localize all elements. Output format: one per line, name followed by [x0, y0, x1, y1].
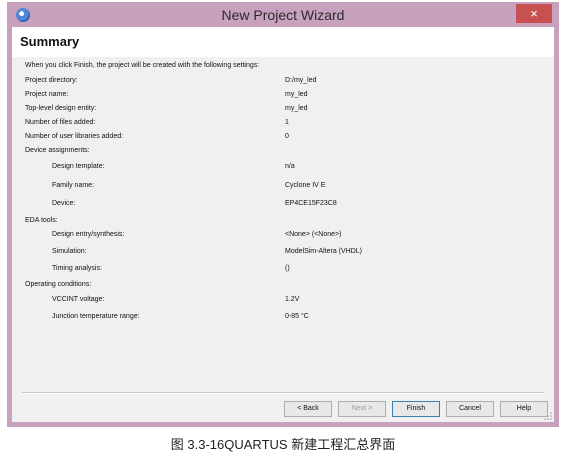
- back-button[interactable]: < Back: [284, 401, 332, 417]
- help-button[interactable]: Help: [500, 401, 548, 417]
- vccint-label: VCCINT voltage:: [52, 296, 105, 303]
- title-bar[interactable]: New Project Wizard ×: [8, 3, 558, 27]
- design-entry-label: Design entry/synthesis:: [52, 231, 125, 238]
- family-name-label: Family name:: [52, 182, 95, 189]
- summary-header: Summary: [12, 27, 554, 57]
- project-directory-value: D:/my_led: [285, 77, 317, 84]
- cancel-button[interactable]: Cancel: [446, 401, 494, 417]
- top-level-label: Top-level design entity:: [25, 105, 97, 112]
- eda-tools-label: EDA tools:: [25, 217, 58, 224]
- wizard-window: New Project Wizard × Summary When you cl…: [7, 2, 559, 427]
- device-label: Device:: [52, 200, 76, 207]
- project-directory-label: Project directory:: [25, 77, 78, 84]
- design-entry-value: <None> (<None>): [285, 231, 342, 238]
- top-level-value: my_led: [285, 105, 308, 112]
- summary-description: When you click Finish, the project will …: [25, 62, 260, 69]
- figure-caption: 图 3.3-16QUARTUS 新建工程汇总界面: [170, 437, 396, 452]
- timing-analysis-label: Timing analysis:: [52, 265, 102, 272]
- resize-grip-icon[interactable]: [544, 412, 552, 420]
- close-button[interactable]: ×: [516, 4, 552, 23]
- design-template-label: Design template:: [52, 163, 105, 170]
- design-template-value: n/a: [285, 163, 295, 170]
- libraries-added-label: Number of user libraries added:: [25, 133, 124, 140]
- files-added-label: Number of files added:: [25, 119, 96, 126]
- vccint-value: 1.2V: [285, 296, 300, 303]
- timing-analysis-value: (): [285, 265, 290, 272]
- next-button[interactable]: Next >: [338, 401, 386, 417]
- operating-conditions-label: Operating conditions:: [25, 281, 92, 288]
- project-name-value: my_led: [285, 91, 308, 98]
- device-assignments-label: Device assignments:: [25, 147, 90, 154]
- finish-button[interactable]: Finish: [392, 401, 440, 417]
- device-value: EP4CE15F23C8: [285, 200, 337, 207]
- window-title: New Project Wizard: [221, 7, 345, 23]
- project-name-label: Project name:: [25, 91, 69, 98]
- footer-divider: [22, 392, 544, 394]
- wizard-client-area: Summary When you click Finish, the proje…: [12, 27, 554, 422]
- family-name-value: Cyclone IV E: [285, 182, 326, 189]
- junction-temp-value: 0-85 °C: [285, 313, 309, 320]
- simulation-label: Simulation:: [52, 248, 87, 255]
- libraries-added-value: 0: [285, 133, 289, 140]
- junction-temp-label: Junction temperature range:: [52, 313, 140, 320]
- files-added-value: 1: [285, 119, 289, 126]
- simulation-value: ModelSim-Altera (VHDL): [285, 248, 363, 255]
- page-title: Summary: [20, 34, 80, 49]
